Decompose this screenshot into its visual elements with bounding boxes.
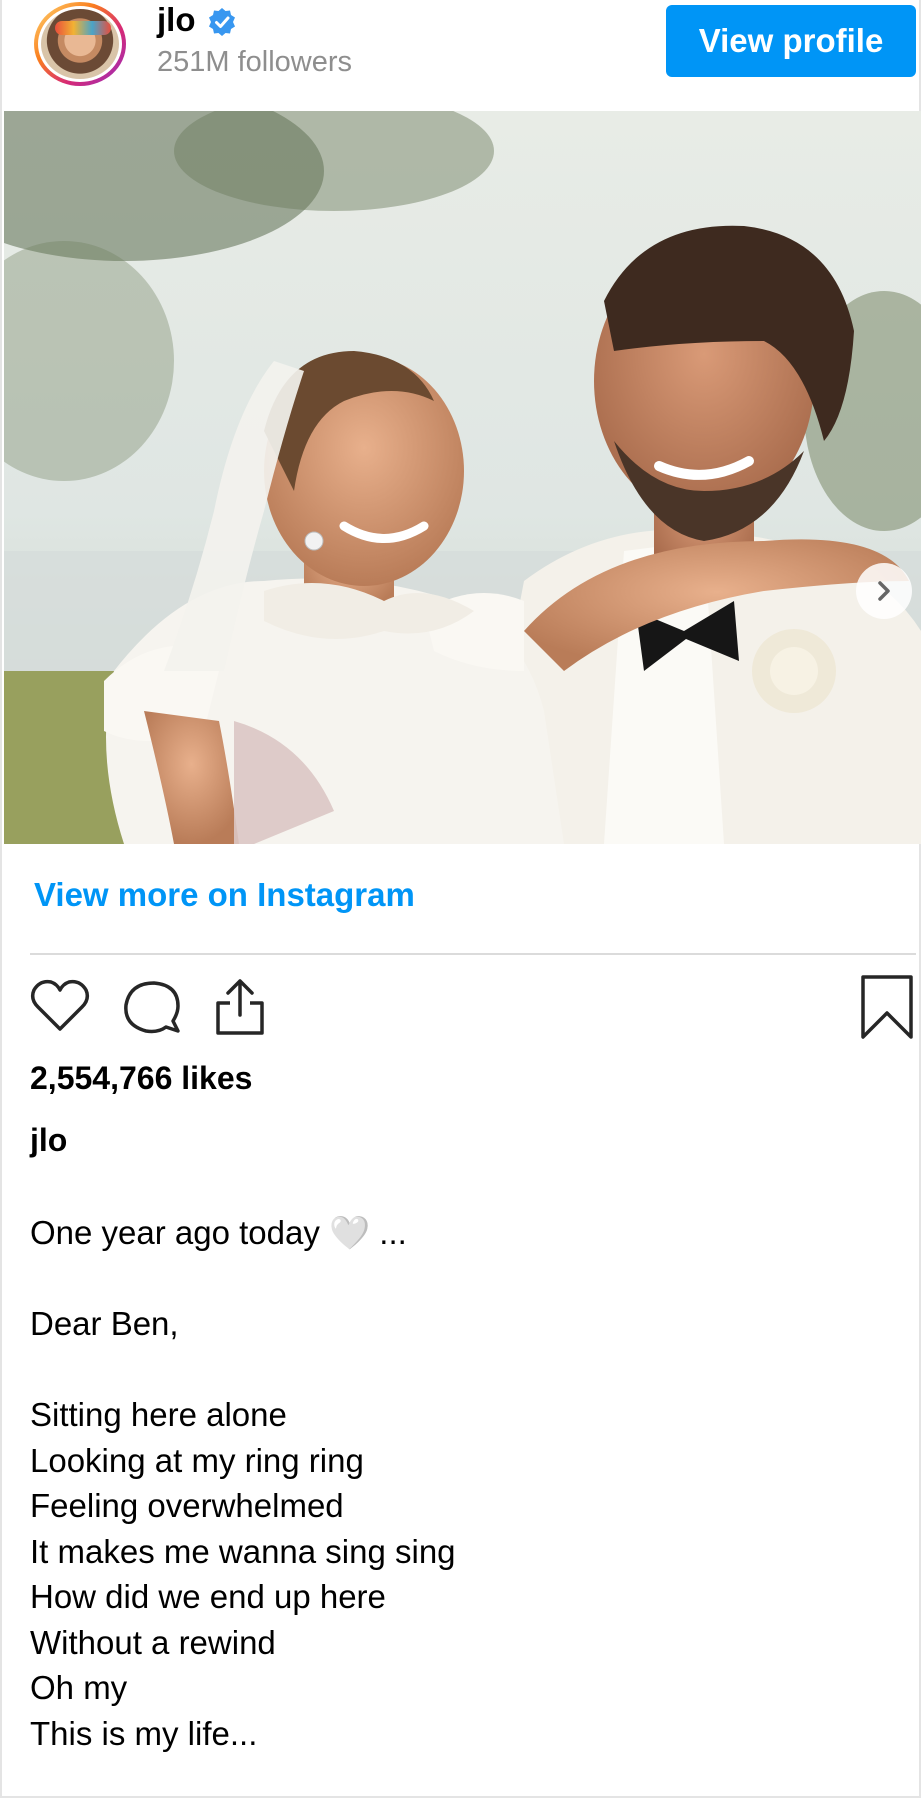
comment-bubble-icon[interactable] [118, 975, 182, 1039]
caption-text: One year ago today 🤍 ... Dear Ben, Sitti… [30, 1214, 456, 1752]
view-profile-button[interactable]: View profile [666, 5, 916, 77]
like-count[interactable]: 2,554,766 likes [30, 1060, 252, 1097]
wedding-photo-illustration [4, 111, 921, 844]
username[interactable]: jlo [157, 0, 196, 40]
post-header: jlo 251M followers View profile [2, 0, 919, 110]
avatar[interactable] [34, 2, 126, 86]
instagram-embed-card: jlo 251M followers View profile View mor… [0, 0, 921, 1798]
caption-username[interactable]: jlo [30, 1122, 67, 1159]
heart-outline-icon[interactable] [28, 975, 92, 1039]
share-upload-icon[interactable] [208, 975, 272, 1039]
avatar-headband [55, 21, 111, 35]
carousel-next-button[interactable] [856, 563, 912, 619]
post-photo[interactable] [4, 111, 921, 844]
avatar-photo [38, 6, 122, 82]
bookmark-outline-icon[interactable] [857, 973, 917, 1041]
chevron-right-icon [878, 581, 890, 601]
follower-count: 251M followers [157, 46, 353, 78]
divider [30, 953, 916, 955]
verified-badge-icon [209, 8, 235, 36]
view-more-link[interactable]: View more on Instagram [34, 876, 415, 914]
